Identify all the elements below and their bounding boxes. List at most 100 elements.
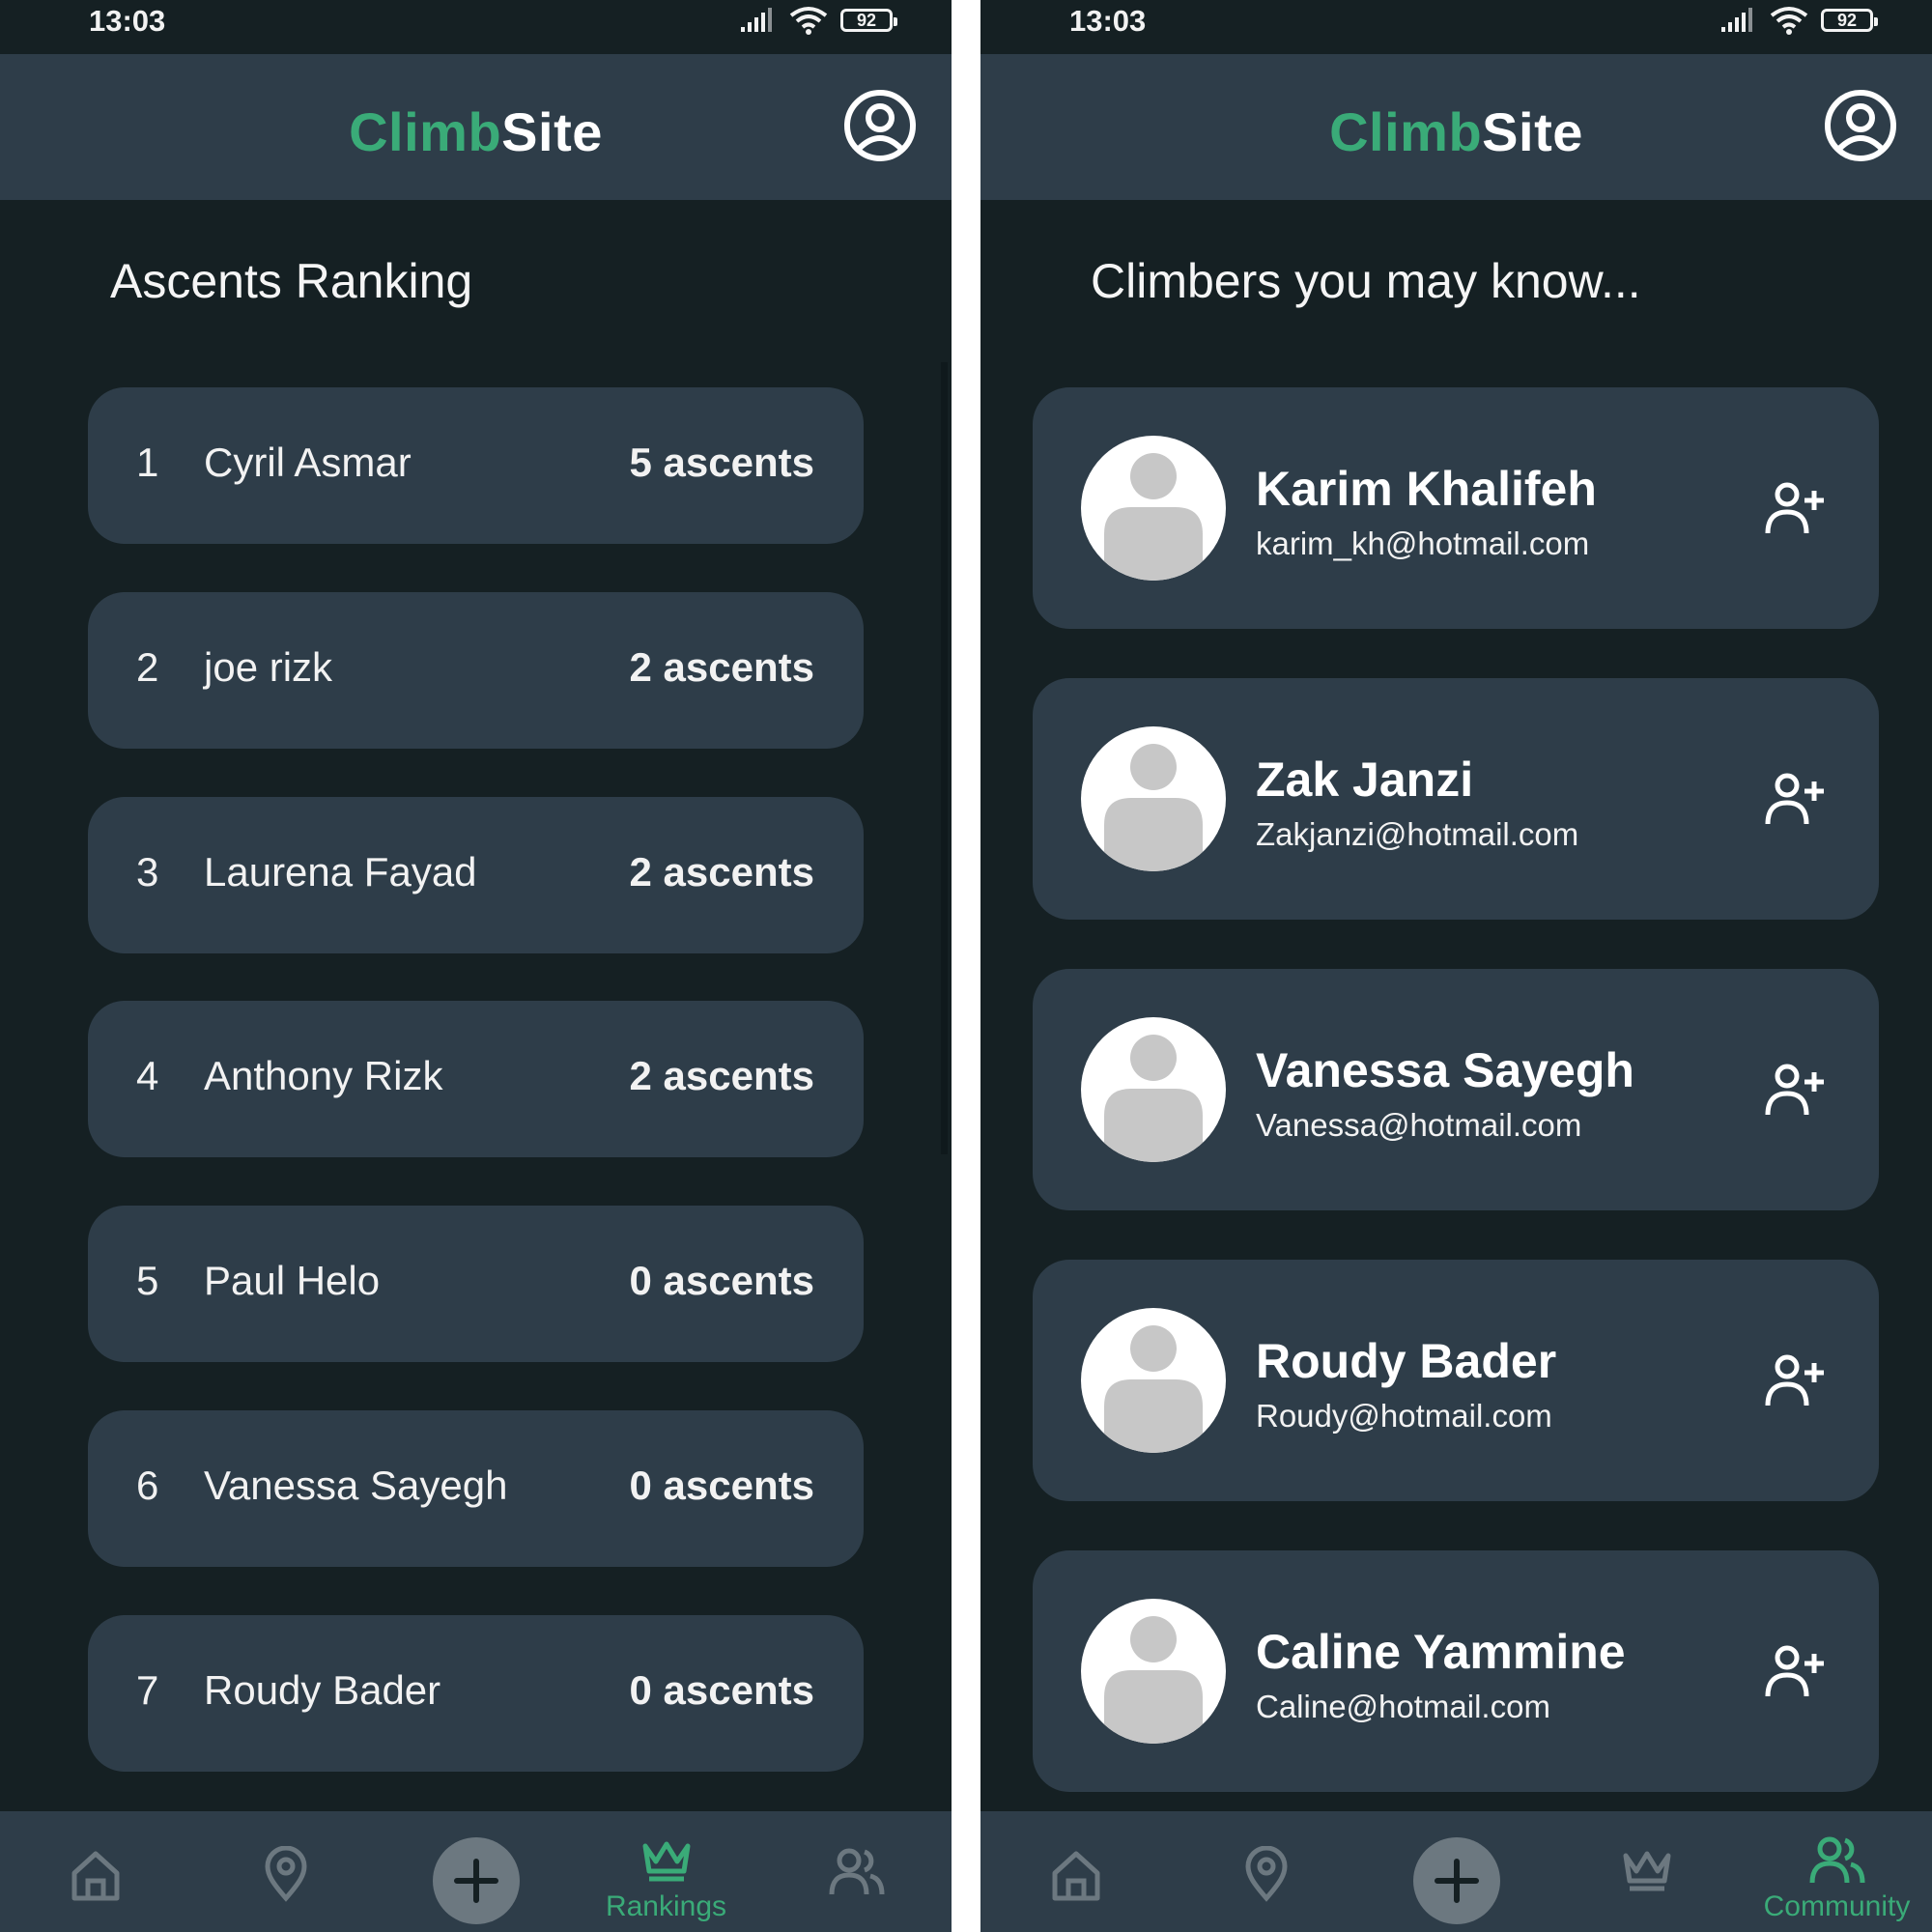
ranking-row[interactable]: 1 Cyril Asmar 5 ascents xyxy=(88,387,864,544)
ranking-row[interactable]: 2 joe rizk 2 ascents xyxy=(88,592,864,749)
plus-icon xyxy=(453,1859,498,1903)
nav-home[interactable] xyxy=(980,1811,1171,1932)
climber-name: Roudy Bader xyxy=(1256,1334,1557,1388)
ranking-row[interactable]: 5 Paul Helo 0 ascents xyxy=(88,1206,864,1362)
nav-home[interactable] xyxy=(0,1811,190,1932)
ascent-count: 5 ascents xyxy=(629,440,814,485)
climber-suggestion-card[interactable]: Vanessa Sayegh Vanessa@hotmail.com xyxy=(1033,969,1879,1210)
add-friend-icon[interactable] xyxy=(1764,1642,1826,1700)
rank-number: 1 xyxy=(136,440,159,485)
avatar xyxy=(1081,1599,1226,1744)
climber-name: Caline Yammine xyxy=(1256,1625,1626,1679)
climber-suggestion-card[interactable]: Caline Yammine Caline@hotmail.com xyxy=(1033,1550,1879,1792)
status-bar: 13:03 92 xyxy=(980,0,1932,54)
home-icon xyxy=(1052,1851,1099,1901)
bottom-nav: Rankings xyxy=(0,1811,952,1932)
status-icons: 92 xyxy=(1719,6,1884,35)
profile-icon[interactable] xyxy=(843,89,917,162)
climber-email: Roudy@hotmail.com xyxy=(1256,1398,1552,1434)
climber-name: Anthony Rizk xyxy=(204,1053,443,1098)
climber-name: Vanessa Sayegh xyxy=(1256,1043,1634,1097)
avatar xyxy=(1081,1017,1226,1162)
rankings-screen: 13:03 92 ClimbSite Ascents Ranking 1 Cyr… xyxy=(0,0,952,1932)
add-friend-icon[interactable] xyxy=(1764,1351,1826,1409)
climber-email: Caline@hotmail.com xyxy=(1256,1689,1550,1724)
rank-number: 5 xyxy=(136,1258,159,1303)
app-header: ClimbSite xyxy=(0,54,952,200)
nav-rankings[interactable]: Rankings xyxy=(571,1811,761,1932)
climber-name: Zak Janzi xyxy=(1256,753,1474,807)
location-pin-icon xyxy=(1244,1846,1288,1902)
climber-suggestion-card[interactable]: Roudy Bader Roudy@hotmail.com xyxy=(1033,1260,1879,1501)
climber-suggestion-card[interactable]: Zak Janzi Zakjanzi@hotmail.com xyxy=(1033,678,1879,920)
location-pin-icon xyxy=(264,1846,307,1902)
crown-icon xyxy=(1623,1851,1670,1891)
climber-name: joe rizk xyxy=(204,644,333,690)
climber-suggestion-card[interactable]: Karim Khalifeh karim_kh@hotmail.com xyxy=(1033,387,1879,629)
crown-icon xyxy=(642,1841,690,1882)
community-screen: 13:03 92 ClimbSite Climbers you may know… xyxy=(980,0,1932,1932)
scrollbar[interactable] xyxy=(941,362,948,1154)
ascent-count: 0 ascents xyxy=(629,1667,814,1713)
user-placeholder-icon xyxy=(1104,1616,1203,1744)
climber-email: karim_kh@hotmail.com xyxy=(1256,526,1590,561)
signal-icon xyxy=(1721,8,1752,32)
add-friend-icon[interactable] xyxy=(1764,1061,1826,1119)
user-placeholder-icon xyxy=(1104,1325,1203,1453)
ascent-count: 2 ascents xyxy=(629,1053,814,1098)
climber-name: Cyril Asmar xyxy=(204,440,412,485)
climber-email: Zakjanzi@hotmail.com xyxy=(1256,816,1579,852)
nav-rankings-label: Rankings xyxy=(605,1890,727,1922)
users-icon xyxy=(1809,1836,1864,1884)
nav-map[interactable] xyxy=(190,1811,381,1932)
bottom-nav: Community xyxy=(980,1811,1932,1932)
avatar xyxy=(1081,726,1226,871)
rank-number: 3 xyxy=(136,849,159,895)
climber-name: Vanessa Sayegh xyxy=(204,1463,508,1508)
rank-number: 4 xyxy=(136,1053,159,1098)
climber-name: Laurena Fayad xyxy=(204,849,477,895)
app-logo: ClimbSite xyxy=(349,101,603,162)
climber-name: Roudy Bader xyxy=(204,1667,441,1713)
wifi-icon xyxy=(789,7,828,35)
nav-community-label: Community xyxy=(1763,1890,1911,1922)
ascent-count: 2 ascents xyxy=(629,644,814,690)
nav-community[interactable]: Community xyxy=(1742,1811,1932,1932)
wifi-icon xyxy=(1770,7,1808,35)
nav-rankings[interactable] xyxy=(1551,1811,1742,1932)
plus-icon xyxy=(1434,1859,1479,1903)
climber-name: Karim Khalifeh xyxy=(1256,462,1597,516)
user-placeholder-icon xyxy=(1104,744,1203,871)
ranking-row[interactable]: 7 Roudy Bader 0 ascents xyxy=(88,1615,864,1772)
add-friend-icon[interactable] xyxy=(1764,479,1826,537)
avatar xyxy=(1081,436,1226,581)
battery-icon: 92 xyxy=(840,9,897,32)
climber-name: Paul Helo xyxy=(204,1258,381,1303)
app-header: ClimbSite xyxy=(980,54,1932,200)
ranking-row[interactable]: 4 Anthony Rizk 2 ascents xyxy=(88,1001,864,1157)
signal-icon xyxy=(741,8,772,32)
ranking-row[interactable]: 3 Laurena Fayad 2 ascents xyxy=(88,797,864,953)
users-icon xyxy=(829,1848,884,1895)
nav-map[interactable] xyxy=(1171,1811,1361,1932)
rank-number: 6 xyxy=(136,1463,159,1508)
ascent-count: 0 ascents xyxy=(629,1258,814,1303)
climber-email: Vanessa@hotmail.com xyxy=(1256,1107,1582,1143)
battery-icon: 92 xyxy=(1821,9,1878,32)
ascent-count: 2 ascents xyxy=(629,849,814,895)
home-icon xyxy=(71,1851,119,1901)
user-placeholder-icon xyxy=(1104,1035,1203,1162)
status-bar: 13:03 92 xyxy=(0,0,952,54)
nav-add[interactable] xyxy=(1361,1811,1551,1932)
add-button xyxy=(1412,1837,1500,1924)
nav-add[interactable] xyxy=(381,1811,571,1932)
add-friend-icon[interactable] xyxy=(1764,770,1826,828)
ranking-row[interactable]: 6 Vanessa Sayegh 0 ascents xyxy=(88,1410,864,1567)
add-button xyxy=(432,1837,520,1924)
ascent-count: 0 ascents xyxy=(629,1463,814,1508)
page-title: Climbers you may know... xyxy=(1091,254,1641,308)
profile-icon[interactable] xyxy=(1824,89,1897,162)
nav-community[interactable] xyxy=(761,1811,952,1932)
status-icons: 92 xyxy=(739,6,903,35)
page-title: Ascents Ranking xyxy=(110,254,473,308)
